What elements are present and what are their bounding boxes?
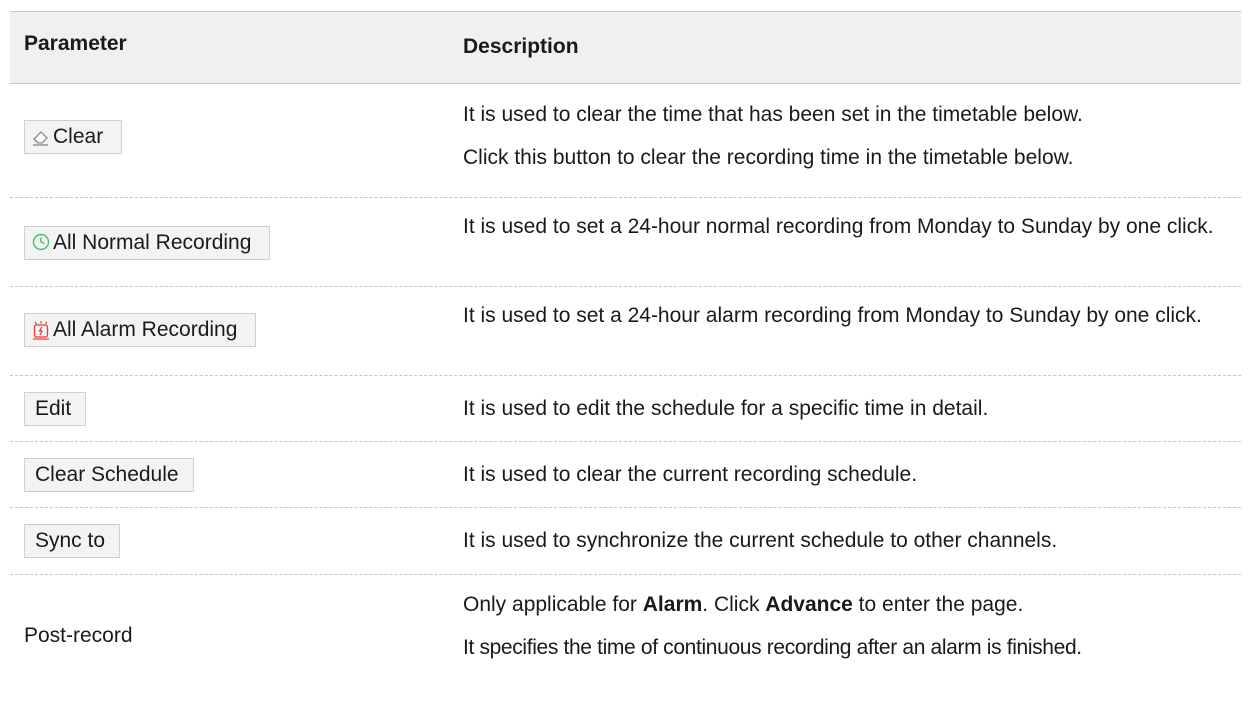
table-row: All Alarm Recording It is used to set a … [10, 287, 1241, 376]
clear-schedule-button-label: Clear Schedule [35, 463, 179, 486]
table-row: Post-record Only applicable for Alarm. C… [10, 575, 1241, 707]
sync-to-description: It is used to synchronize the current sc… [463, 529, 1058, 552]
clear-schedule-description: It is used to clear the current recordin… [463, 463, 918, 486]
clear-description-1: It is used to clear the time that has be… [463, 103, 1083, 126]
alarm-emphasis: Alarm [642, 593, 703, 616]
post-record-description-1: Only applicable for Alarm. Click Advance… [463, 590, 1233, 619]
eraser-icon [33, 131, 48, 146]
advance-emphasis: Advance [765, 593, 853, 616]
text-segment: . Click [702, 593, 766, 616]
clock-icon [32, 233, 50, 251]
all-normal-recording-label: All Normal Recording [53, 231, 252, 254]
table-row: Clear Schedule It is used to clear the c… [10, 442, 1241, 508]
text-segment: to enter the page. [852, 593, 1024, 616]
parameter-table: Parameter Description Clear It is used t… [10, 11, 1241, 707]
table-row: Clear It is used to clear the time that … [10, 84, 1241, 198]
table-row: Sync to It is used to synchronize the cu… [10, 508, 1241, 575]
clear-button[interactable]: Clear [24, 120, 123, 154]
clear-button-label: Clear [53, 125, 104, 148]
edit-button[interactable]: Edit [24, 392, 87, 426]
header-description: Description [463, 35, 579, 58]
table-row: Edit It is used to edit the schedule for… [10, 376, 1241, 442]
header-parameter: Parameter [24, 32, 127, 55]
alarm-clock-icon [33, 321, 49, 340]
post-record-description-2: It specifies the time of continuous reco… [463, 636, 1082, 659]
post-record-label: Post-record [24, 624, 133, 647]
text-segment: Only applicable for [463, 593, 643, 616]
sync-to-button[interactable]: Sync to [24, 524, 121, 558]
sync-to-button-label: Sync to [35, 529, 106, 552]
all-alarm-recording-label: All Alarm Recording [53, 318, 238, 341]
clear-schedule-button[interactable]: Clear Schedule [24, 458, 194, 492]
edit-button-label: Edit [35, 397, 72, 420]
clear-description-2: Click this button to clear the recording… [463, 146, 1074, 169]
table-header: Parameter Description [10, 12, 1241, 84]
table-row: All Normal Recording It is used to set a… [10, 198, 1241, 287]
all-alarm-recording-button[interactable]: All Alarm Recording [24, 313, 257, 347]
all-normal-recording-button[interactable]: All Normal Recording [24, 226, 271, 260]
all-alarm-recording-description: It is used to set a 24-hour alarm record… [463, 304, 1202, 327]
all-normal-recording-description: It is used to set a 24-hour normal recor… [463, 215, 1214, 238]
edit-description: It is used to edit the schedule for a sp… [463, 397, 989, 420]
